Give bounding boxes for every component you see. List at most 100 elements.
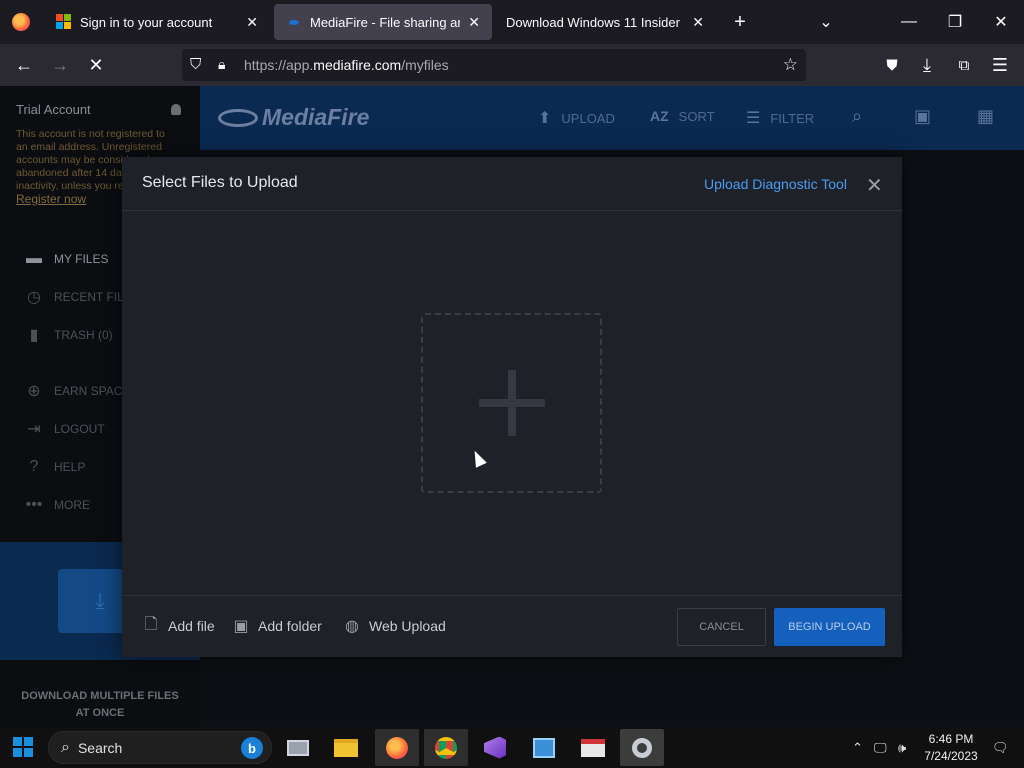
mediafire-logo[interactable]: MediaFire bbox=[218, 104, 369, 131]
taskbar-clock[interactable]: 6:46 PM 7/24/2023 bbox=[920, 731, 982, 765]
sort-label: SORT bbox=[678, 108, 715, 124]
control-panel-icon bbox=[533, 737, 555, 758]
upload-button[interactable]: ⬆ UPLOAD bbox=[538, 108, 615, 128]
task-view-icon bbox=[287, 739, 309, 756]
chevron-down-icon: ⌄ bbox=[819, 14, 833, 31]
sidebar-item-label: TRASH (0) bbox=[54, 328, 113, 342]
notification-bell-icon[interactable] bbox=[171, 104, 181, 115]
close-dialog-icon[interactable]: ✕ bbox=[866, 173, 883, 198]
minimize-icon: — bbox=[901, 13, 917, 30]
sidebar-item-label: MORE bbox=[54, 498, 90, 512]
sidebar-item-logout[interactable]: ⇥ LOGOUT bbox=[24, 420, 104, 438]
back-button[interactable]: ← bbox=[8, 49, 40, 81]
show-hidden-icons-button[interactable]: ⌃ bbox=[852, 727, 863, 768]
sidebar-item-label: MY FILES bbox=[54, 252, 109, 266]
url-domain: mediafire.com bbox=[313, 57, 402, 73]
filter-button[interactable]: ☰ FILTER bbox=[746, 108, 814, 128]
url-path: /myfiles bbox=[401, 57, 449, 73]
close-tab-icon[interactable]: ✕ bbox=[692, 14, 704, 31]
plus-circle-icon: ⊕ bbox=[27, 383, 41, 400]
url-bar[interactable]: ⛉ 🔒︎ https://app.mediafire.com/myfiles ☆ bbox=[182, 49, 806, 81]
more-icon: ••• bbox=[25, 496, 43, 513]
sidebar-item-trash[interactable]: ▮ TRASH (0) bbox=[24, 326, 113, 344]
tab-sign-in[interactable]: Sign in to your account ✕ bbox=[44, 4, 270, 40]
volume-control[interactable]: 🕪︎ bbox=[898, 727, 906, 768]
close-icon: ✕ bbox=[994, 14, 1008, 31]
promo-caption-line-1: DOWNLOAD MULTIPLE FILES bbox=[21, 690, 179, 702]
sort-az-icon: AZ bbox=[650, 108, 669, 124]
logo-text: MediaFire bbox=[262, 104, 370, 130]
filter-icon: ☰ bbox=[746, 110, 761, 127]
sidebar-item-my-files[interactable]: ▬ MY FILES bbox=[24, 250, 108, 268]
chrome-icon bbox=[435, 736, 457, 759]
new-folder-icon[interactable]: ▣ bbox=[914, 106, 931, 127]
tab-title: MediaFire - File sharing and sto bbox=[310, 14, 460, 30]
taskbar-file-explorer[interactable] bbox=[324, 729, 368, 766]
taskbar-visual-studio[interactable] bbox=[473, 729, 517, 766]
taskbar-news-app[interactable] bbox=[571, 729, 615, 766]
pocket-button[interactable]: ⛊ bbox=[876, 49, 908, 81]
web-upload-button[interactable]: ◍ Web Upload bbox=[343, 617, 446, 635]
close-window-button[interactable]: ✕ bbox=[978, 0, 1024, 44]
task-view-button[interactable] bbox=[276, 729, 320, 766]
start-button[interactable] bbox=[0, 727, 46, 768]
add-folder-button[interactable]: ▣ Add folder bbox=[232, 617, 321, 635]
extensions-button[interactable]: ⧉ bbox=[948, 49, 980, 81]
firefox-menu-button[interactable] bbox=[0, 0, 42, 44]
tab-mediafire[interactable]: MediaFire - File sharing and sto ✕ bbox=[274, 4, 492, 40]
account-title: Trial Account bbox=[16, 102, 91, 117]
sort-button[interactable]: AZ SORT bbox=[650, 108, 715, 124]
sidebar-item-more[interactable]: ••• MORE bbox=[24, 496, 90, 514]
restore-icon: ❐ bbox=[947, 14, 963, 31]
lock-icon[interactable]: 🔒︎ bbox=[218, 56, 225, 73]
network-icon: 🖵︎ bbox=[874, 739, 887, 755]
taskbar-chrome[interactable] bbox=[424, 729, 468, 766]
gear-icon bbox=[632, 737, 652, 758]
sidebar-item-help[interactable]: ? HELP bbox=[24, 458, 86, 476]
filter-label: FILTER bbox=[770, 110, 815, 126]
notifications-button[interactable]: 🗨︎ bbox=[992, 727, 1009, 768]
arrow-left-icon: ← bbox=[15, 54, 33, 75]
close-tab-icon[interactable]: ✕ bbox=[246, 14, 258, 31]
bookmark-star-icon[interactable]: ☆ bbox=[783, 55, 798, 75]
bing-icon[interactable]: b bbox=[241, 737, 263, 759]
add-folder-icon: ▣ bbox=[233, 618, 249, 635]
restore-button[interactable]: ❐ bbox=[932, 0, 978, 44]
file-drop-zone[interactable] bbox=[421, 313, 602, 493]
sidebar-item-label: EARN SPACE bbox=[54, 384, 131, 398]
taskbar-firefox[interactable] bbox=[375, 729, 419, 766]
taskbar-search[interactable]: ⌕ Search b bbox=[48, 731, 272, 764]
taskbar-control-panel[interactable] bbox=[522, 729, 566, 766]
add-file-button[interactable]: 🗋︎ Add file bbox=[142, 616, 215, 635]
network-status[interactable]: 🖵︎ bbox=[874, 727, 887, 768]
folder-icon bbox=[334, 738, 358, 757]
cancel-button[interactable]: CANCEL bbox=[677, 608, 766, 646]
browser-nav-bar: ← → ✕ ⛉ 🔒︎ https://app.mediafire.com/myf… bbox=[0, 44, 1024, 86]
search-icon[interactable]: ⌕ bbox=[852, 106, 862, 127]
app-menu-button[interactable]: ☰ bbox=[984, 49, 1016, 81]
downloads-button[interactable]: ⤓ bbox=[911, 49, 943, 81]
list-all-tabs-button[interactable]: ⌄ bbox=[803, 0, 849, 44]
dialog-title: Select Files to Upload bbox=[142, 174, 298, 191]
url-text[interactable]: https://app.mediafire.com/myfiles bbox=[244, 57, 449, 73]
minimize-button[interactable]: — bbox=[886, 0, 932, 44]
shield-icon[interactable]: ⛉ bbox=[190, 56, 201, 73]
register-link[interactable]: Register now bbox=[16, 192, 86, 206]
grid-view-icon[interactable]: ▦ bbox=[977, 106, 994, 127]
upload-diagnostic-link[interactable]: Upload Diagnostic Tool bbox=[704, 176, 847, 192]
forward-button[interactable]: → bbox=[44, 49, 76, 81]
promo-caption: DOWNLOAD MULTIPLE FILES AT ONCE bbox=[0, 688, 200, 722]
search-label: Search bbox=[77, 739, 123, 756]
stop-loading-button[interactable]: ✕ bbox=[80, 49, 112, 81]
visual-studio-icon bbox=[484, 736, 506, 759]
sidebar-item-earn-space[interactable]: ⊕ EARN SPACE bbox=[24, 382, 130, 400]
close-tab-icon[interactable]: ✕ bbox=[468, 14, 480, 31]
taskbar-settings[interactable] bbox=[620, 729, 664, 766]
new-tab-button[interactable]: + bbox=[717, 0, 763, 44]
upload-label: UPLOAD bbox=[561, 110, 615, 126]
tab-title: Sign in to your account bbox=[80, 14, 213, 30]
tab-windows-insider[interactable]: Download Windows 11 Insider Previ ✕ bbox=[494, 4, 716, 40]
add-file-label: Add file bbox=[168, 618, 215, 634]
speaker-icon: 🕪︎ bbox=[898, 739, 907, 755]
begin-upload-button[interactable]: BEGIN UPLOAD bbox=[774, 608, 885, 646]
